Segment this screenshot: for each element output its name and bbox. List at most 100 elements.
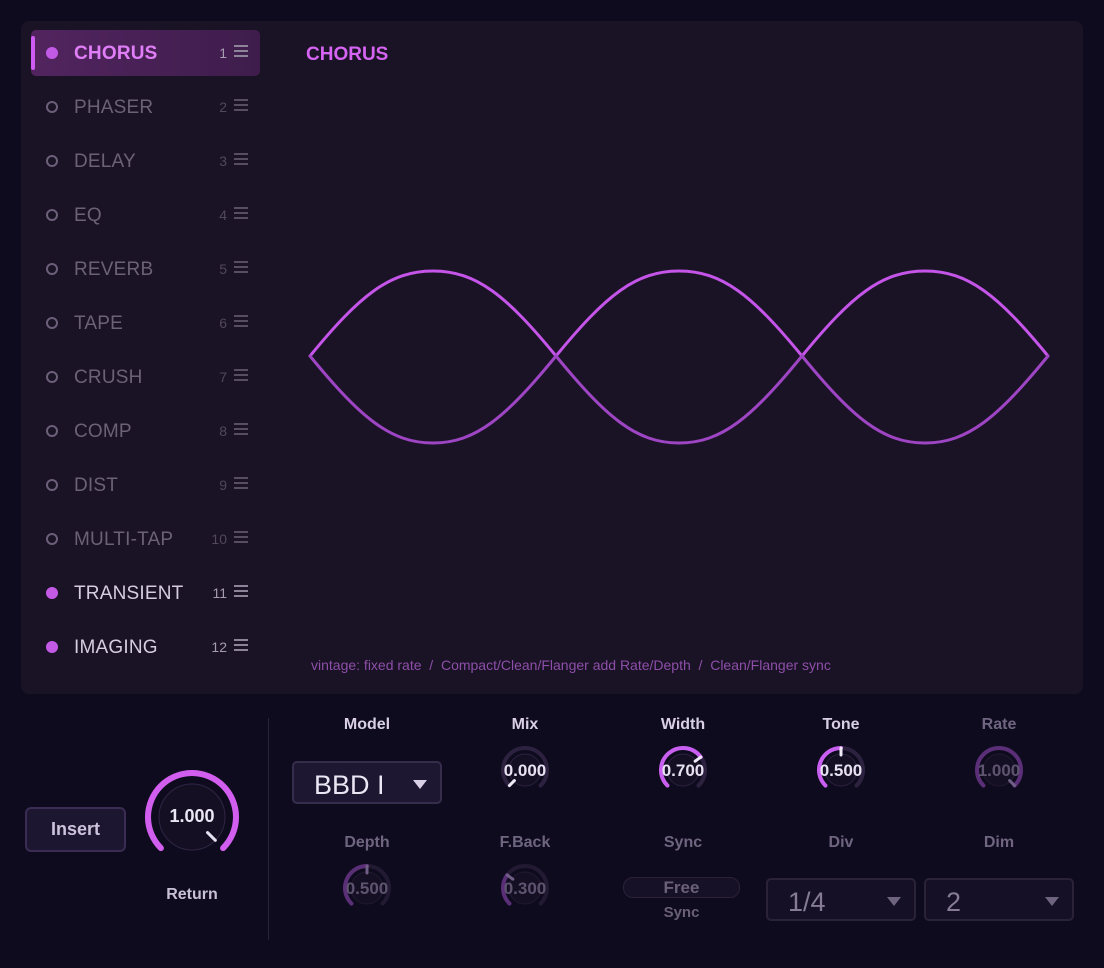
sidebar-item-number: 11: [212, 585, 227, 601]
sidebar-item-label: DELAY: [74, 151, 136, 172]
knob-pointer: [507, 779, 516, 788]
sidebar-item-number: 8: [219, 423, 227, 439]
vertical-divider: [268, 718, 269, 940]
tone-value: 0.500: [819, 761, 863, 780]
mix-value: 0.000: [503, 761, 547, 780]
sidebar-item-delay[interactable]: DELAY 3: [31, 138, 260, 184]
feedback-value: 0.300: [503, 879, 547, 898]
status-dot-icon[interactable]: [46, 641, 58, 653]
sidebar-item-number: 4: [219, 207, 227, 223]
sidebar-item-crush[interactable]: CRUSH 7: [31, 354, 260, 400]
div-label: Div: [828, 834, 854, 851]
sidebar-item-comp[interactable]: COMP 8: [31, 408, 260, 454]
insert-button[interactable]: Insert: [25, 807, 126, 852]
sidebar-item-chorus[interactable]: CHORUS 1: [31, 30, 260, 76]
sidebar-item-label: CHORUS: [74, 43, 158, 64]
dim-label: Dim: [983, 834, 1015, 851]
drag-handle-icon[interactable]: [234, 260, 248, 274]
sync-toggle[interactable]: Free: [623, 877, 740, 898]
sidebar-item-label: TRANSIENT: [74, 583, 184, 604]
chevron-down-icon: [887, 897, 901, 906]
sidebar-item-multi-tap[interactable]: MULTI-TAP 10: [31, 516, 260, 562]
sync-label: Sync: [663, 834, 703, 851]
width-value: 0.700: [661, 761, 705, 780]
chorus-waveform: [308, 269, 1050, 445]
drag-handle-icon[interactable]: [234, 314, 248, 328]
knob-pointer: [1008, 779, 1017, 788]
drag-handle-icon[interactable]: [234, 584, 248, 598]
drag-handle-icon[interactable]: [234, 530, 248, 544]
drag-handle-icon[interactable]: [234, 476, 248, 490]
depth-label: Depth: [344, 834, 390, 851]
model-select[interactable]: BBD I: [292, 761, 442, 804]
sidebar-item-dist[interactable]: DIST 9: [31, 462, 260, 508]
div-select-value: 1/4: [788, 887, 826, 917]
feedback-label: F.Back: [499, 834, 551, 851]
sidebar-item-number: 2: [219, 99, 227, 115]
status-dot-icon[interactable]: [46, 155, 58, 167]
status-dot-icon[interactable]: [46, 479, 58, 491]
status-dot-icon[interactable]: [46, 371, 58, 383]
return-value: 1.000: [169, 806, 215, 826]
depth-value: 0.500: [345, 879, 389, 898]
sidebar-item-label: IMAGING: [74, 637, 158, 658]
sidebar-item-reverb[interactable]: REVERB 5: [31, 246, 260, 292]
sidebar-item-number: 9: [219, 477, 227, 493]
sidebar-item-label: EQ: [74, 205, 102, 226]
drag-handle-icon[interactable]: [234, 638, 248, 652]
sidebar-item-label: TAPE: [74, 313, 124, 334]
status-dot-icon[interactable]: [46, 317, 58, 329]
sidebar-item-label: REVERB: [74, 259, 154, 280]
return-label: Return: [166, 886, 218, 903]
dim-select-value: 2: [946, 887, 962, 917]
waveform-lower-curve: [308, 353, 1050, 445]
status-dot-icon[interactable]: [46, 425, 58, 437]
status-dot-icon[interactable]: [46, 533, 58, 545]
status-dot-icon[interactable]: [46, 209, 58, 221]
effects-sidebar: CHORUS 1 PHASER 2 DELAY 3 EQ 4 REVERB 5 TAPE 6 CRUSH…: [31, 30, 260, 678]
sync-sub-label: Sync: [663, 904, 700, 921]
rate-value: 1.000: [977, 761, 1021, 780]
sidebar-item-number: 1: [219, 45, 227, 61]
display-caption: vintage: fixed rate / Compact/Clean/Flan…: [311, 657, 831, 673]
sidebar-item-eq[interactable]: EQ 4: [31, 192, 260, 238]
sidebar-item-number: 5: [219, 261, 227, 277]
dim-select[interactable]: 2: [924, 878, 1074, 921]
status-dot-icon[interactable]: [46, 263, 58, 275]
width-label: Width: [660, 716, 706, 733]
sidebar-item-label: CRUSH: [74, 367, 143, 388]
drag-handle-icon[interactable]: [234, 422, 248, 436]
chevron-down-icon: [1045, 897, 1059, 906]
sidebar-item-label: MULTI-TAP: [74, 529, 174, 550]
div-select[interactable]: 1/4: [766, 878, 916, 921]
drag-handle-icon[interactable]: [234, 44, 248, 58]
sidebar-item-number: 12: [211, 639, 227, 655]
sidebar-item-label: PHASER: [74, 97, 154, 118]
drag-handle-icon[interactable]: [234, 206, 248, 220]
drag-handle-icon[interactable]: [234, 98, 248, 112]
status-dot-icon[interactable]: [46, 47, 58, 59]
drag-handle-icon[interactable]: [234, 152, 248, 166]
status-dot-icon[interactable]: [46, 101, 58, 113]
sidebar-item-number: 3: [219, 153, 227, 169]
sidebar-item-imaging[interactable]: IMAGING 12: [31, 624, 260, 670]
mix-label: Mix: [511, 716, 539, 733]
drag-handle-icon[interactable]: [234, 368, 248, 382]
sidebar-item-number: 7: [219, 369, 227, 385]
waveform-upper-curve: [308, 269, 1050, 359]
sidebar-item-number: 6: [219, 315, 227, 331]
model-select-value: BBD I: [314, 770, 385, 800]
sidebar-item-number: 10: [211, 531, 227, 547]
sidebar-item-transient[interactable]: TRANSIENT 11: [31, 570, 260, 616]
model-label: Model: [343, 716, 391, 733]
rate-label: Rate: [981, 716, 1017, 733]
status-dot-icon[interactable]: [46, 587, 58, 599]
chevron-down-icon: [413, 780, 427, 789]
active-indicator: [31, 36, 35, 70]
display-title: CHORUS: [306, 44, 389, 65]
sidebar-item-phaser[interactable]: PHASER 2: [31, 84, 260, 130]
sidebar-item-label: COMP: [74, 421, 132, 442]
sidebar-item-label: DIST: [74, 475, 119, 496]
sidebar-item-tape[interactable]: TAPE 6: [31, 300, 260, 346]
tone-label: Tone: [822, 716, 860, 733]
